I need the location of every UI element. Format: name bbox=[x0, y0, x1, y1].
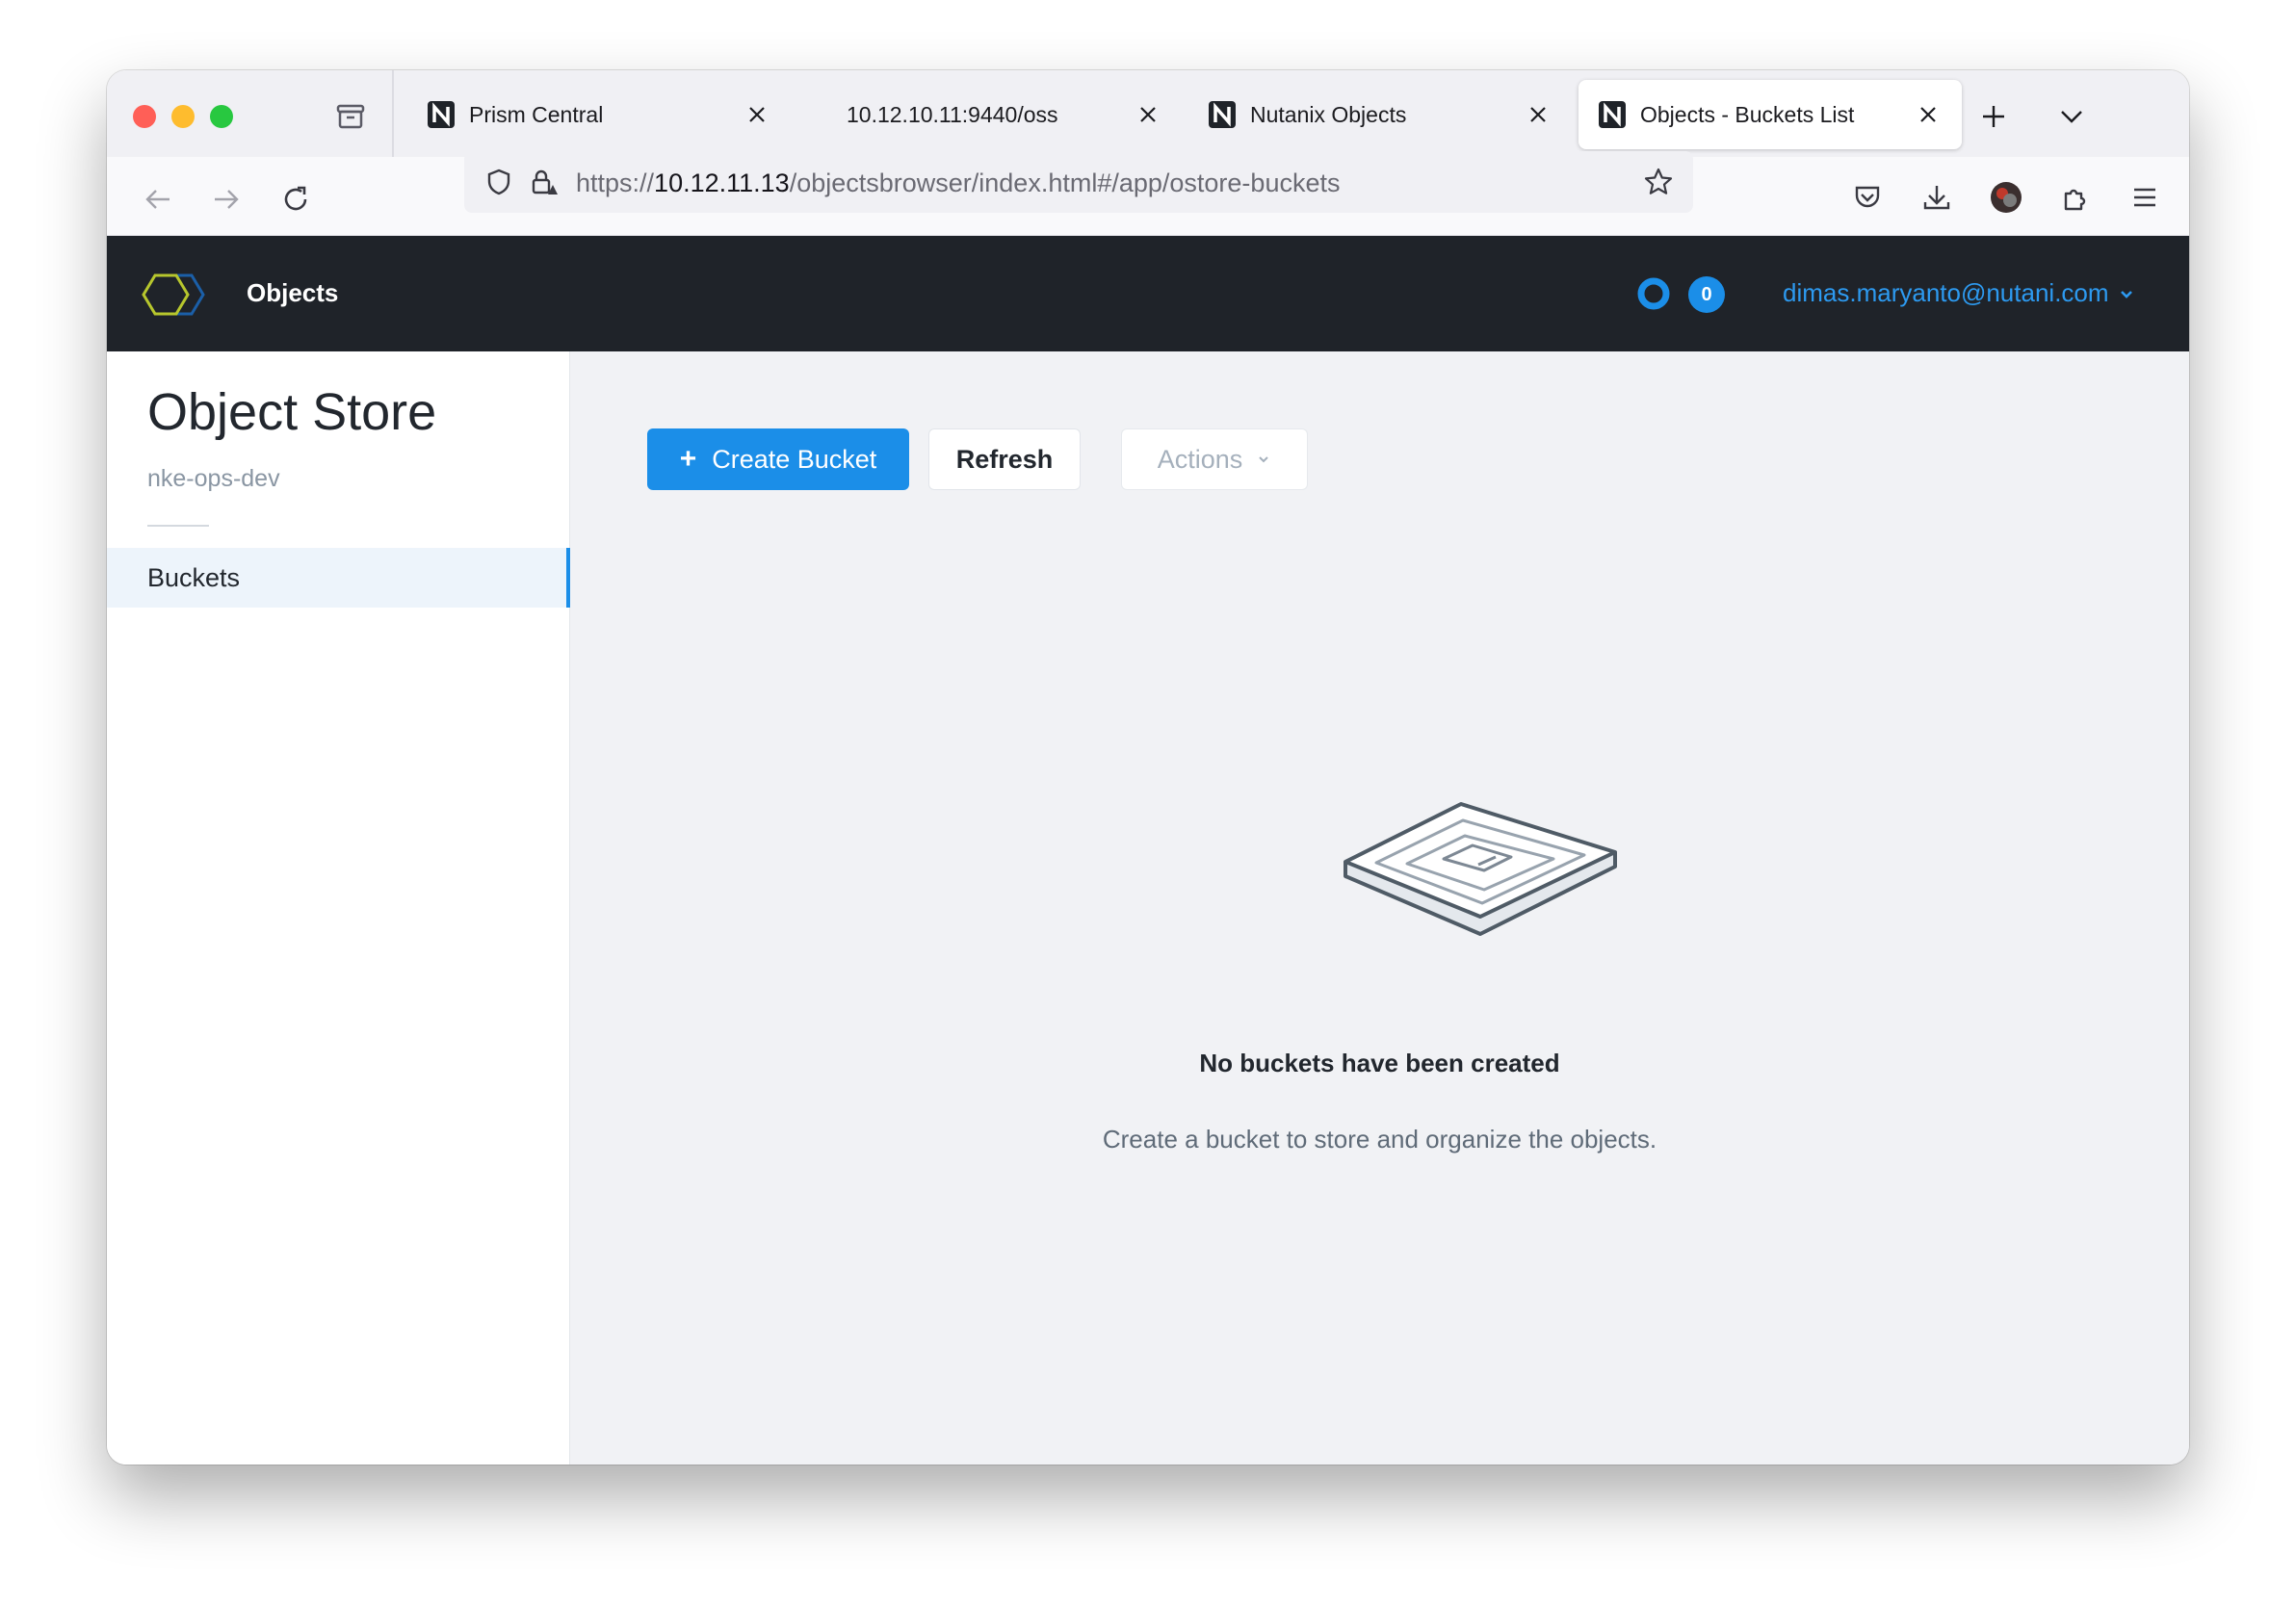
chevron-down-icon bbox=[2061, 111, 2082, 123]
tab-oss[interactable]: 10.12.10.11:9440/oss bbox=[798, 80, 1182, 149]
bookmark-star-icon[interactable] bbox=[1641, 165, 1676, 199]
refresh-label: Refresh bbox=[955, 444, 1054, 474]
firefox-view-icon bbox=[336, 104, 365, 129]
browser-window: Prism Central 10.12.10.11:9440/oss Nutan… bbox=[107, 70, 2189, 1465]
nutanix-favicon-icon bbox=[1599, 101, 1626, 128]
account-button[interactable] bbox=[1985, 176, 2027, 219]
user-email: dimas.maryanto@nutani.com bbox=[1783, 278, 2109, 307]
chevron-down-icon bbox=[2120, 290, 2132, 298]
url-text[interactable]: https://10.12.11.13/objectsbrowser/index… bbox=[576, 169, 1340, 198]
sidebar: Object Store nke-ops-dev Buckets bbox=[107, 351, 570, 1465]
pocket-icon bbox=[1855, 186, 1880, 208]
actions-label: Actions bbox=[1157, 444, 1243, 474]
sidebar-title: Object Store bbox=[147, 383, 437, 441]
refresh-button[interactable]: Refresh bbox=[928, 428, 1081, 490]
tab-buckets-list[interactable]: Objects - Buckets List bbox=[1578, 80, 1962, 149]
nutanix-favicon-icon bbox=[428, 101, 455, 128]
hamburger-menu-icon bbox=[2134, 188, 2155, 207]
tab-title: Objects - Buckets List bbox=[1640, 101, 1855, 127]
tab-strip-separator bbox=[392, 70, 394, 157]
url-host: 10.12.11.13 bbox=[654, 169, 790, 197]
tab-close-icon[interactable] bbox=[1522, 98, 1554, 131]
minimize-window-button[interactable] bbox=[171, 105, 195, 128]
tab-title: 10.12.10.11:9440/oss bbox=[847, 101, 1058, 127]
tab-nutanix-objects[interactable]: Nutanix Objects bbox=[1188, 80, 1572, 149]
extensions-button[interactable] bbox=[2054, 176, 2097, 219]
main-content: + Create Bucket Refresh Actions No bucke… bbox=[570, 351, 2189, 1465]
sidebar-subtitle: nke-ops-dev bbox=[147, 465, 280, 492]
zoom-window-button[interactable] bbox=[210, 105, 233, 128]
empty-bucket-illustration bbox=[1344, 802, 1617, 936]
forward-button[interactable] bbox=[205, 178, 248, 220]
sidebar-divider bbox=[147, 525, 209, 527]
tracking-protection-icon[interactable] bbox=[482, 165, 516, 199]
puzzle-icon bbox=[2064, 189, 2086, 211]
url-prefix: https:// bbox=[576, 169, 655, 197]
tab-close-icon[interactable] bbox=[741, 98, 773, 131]
sidebar-item-label: Buckets bbox=[147, 562, 241, 592]
list-all-tabs-button[interactable] bbox=[2050, 95, 2093, 138]
nutanix-favicon-icon bbox=[1209, 101, 1236, 128]
arrow-left-icon bbox=[145, 190, 170, 209]
arrow-right-icon bbox=[215, 190, 239, 209]
create-bucket-button[interactable]: + Create Bucket bbox=[647, 428, 909, 490]
new-tab-button[interactable] bbox=[1972, 95, 2015, 138]
actions-dropdown[interactable]: Actions bbox=[1121, 428, 1308, 490]
chevron-down-icon bbox=[1259, 456, 1268, 463]
create-bucket-label: Create Bucket bbox=[712, 444, 877, 474]
app-name[interactable]: Objects bbox=[247, 278, 338, 308]
plus-icon bbox=[1983, 106, 2004, 127]
reload-button[interactable] bbox=[274, 178, 317, 220]
tab-title: Nutanix Objects bbox=[1250, 101, 1407, 127]
back-button[interactable] bbox=[137, 178, 179, 220]
pocket-button[interactable] bbox=[1846, 176, 1889, 219]
user-menu[interactable]: dimas.maryanto@nutani.com bbox=[1783, 278, 2136, 308]
app-header: Objects 0 dimas.maryanto@nutani.com bbox=[107, 236, 2189, 351]
insecure-lock-icon[interactable] bbox=[526, 165, 561, 199]
tab-strip: Prism Central 10.12.10.11:9440/oss Nutan… bbox=[107, 70, 2189, 157]
empty-state-title: No buckets have been created bbox=[1199, 1049, 1560, 1077]
tasks-ring-icon[interactable] bbox=[1636, 276, 1671, 311]
tab-prism-central[interactable]: Prism Central bbox=[407, 80, 791, 149]
download-icon bbox=[1923, 186, 1950, 210]
tab-close-icon[interactable] bbox=[1912, 98, 1944, 131]
nutanix-objects-logo-icon[interactable] bbox=[142, 272, 209, 317]
empty-state-description: Create a bucket to store and organize th… bbox=[1102, 1125, 1657, 1154]
firefox-view-button[interactable] bbox=[331, 97, 370, 136]
tab-close-icon[interactable] bbox=[1132, 98, 1164, 131]
url-bar[interactable]: https://10.12.11.13/objectsbrowser/index… bbox=[464, 151, 1693, 213]
avatar-icon bbox=[1991, 182, 2022, 213]
app-menu-button[interactable] bbox=[2124, 176, 2166, 219]
plus-icon: + bbox=[679, 443, 697, 475]
reload-icon bbox=[284, 186, 307, 211]
downloads-button[interactable] bbox=[1916, 176, 1958, 219]
url-path: /objectsbrowser/index.html#/app/ostore-b… bbox=[789, 169, 1341, 197]
sidebar-item-buckets[interactable]: Buckets bbox=[107, 548, 570, 608]
close-window-button[interactable] bbox=[133, 105, 156, 128]
tab-title: Prism Central bbox=[469, 101, 604, 127]
alerts-count-badge[interactable]: 0 bbox=[1688, 276, 1725, 313]
